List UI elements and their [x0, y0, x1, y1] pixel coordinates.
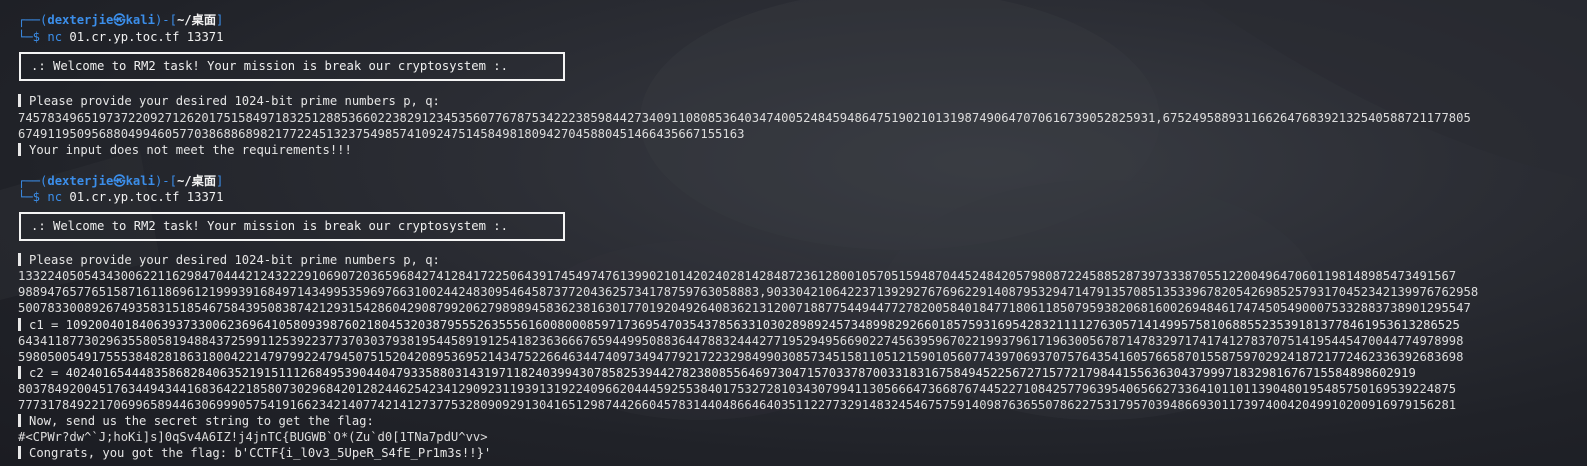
now-text: Now, send us the secret string to get th… [29, 414, 374, 428]
prompt-mid: )-[ [154, 13, 177, 27]
welcome-banner-1: .: Welcome to RM2 task! Your mission is … [19, 52, 565, 81]
output-bar [18, 94, 21, 107]
output-bar [18, 414, 21, 427]
c1-line-1: c1 = 10920040184063937330062369641058093… [18, 317, 1460, 333]
prompt-corner: ┌──( [18, 13, 48, 27]
ask-text: Please provide your desired 1024-bit pri… [29, 253, 440, 267]
prompt-dollar: └─$ [18, 190, 48, 204]
secret-input-text: #<CPWr?dw^`J;hoKi]s]0qSv4A6IZ!j4jnTC{BUG… [18, 430, 488, 444]
input-line-2b: 9889476577651587161186961219993916849714… [18, 284, 1478, 300]
output-bar [18, 253, 21, 266]
c1-text: 6434118773029635580581948843725991125392… [18, 334, 1464, 348]
nc-keyword: nc [47, 190, 63, 204]
c1-text: c1 = 10920040184063937330062369641058093… [29, 318, 1460, 332]
prime-input-text: 9889476577651587161186961219993916849714… [18, 285, 1479, 299]
command-line-1: └─$ nc 01.cr.yp.toc.tf 13371 [18, 29, 223, 45]
output-bar [18, 446, 21, 459]
command-line-2: └─$ nc 01.cr.yp.toc.tf 13371 [18, 189, 223, 205]
ask-line-2: Please provide your desired 1024-bit pri… [18, 252, 440, 268]
prompt-user: dexterjie㉿kali [47, 174, 155, 188]
nc-keyword: nc [47, 30, 63, 44]
c2-line-2: 8037849200451763449434416836422185807302… [18, 381, 1456, 397]
c1-text: 5980500549175553848281863180042214797992… [18, 350, 1464, 364]
welcome-text: .: Welcome to RM2 task! Your mission is … [31, 59, 508, 73]
prompt-line-1: ┌──(dexterjie㉿kali)-[~/桌面] [18, 12, 223, 28]
prompt-corner: ┌──( [18, 174, 48, 188]
prompt-dollar: └─$ [18, 30, 48, 44]
c1-line-2: 6434118773029635580581948843725991125392… [18, 333, 1464, 349]
prompt-path: ~/桌面 [176, 174, 217, 188]
prime-input-text: 6749119509568804994605770386886898217722… [18, 127, 745, 141]
output-bar [18, 318, 21, 331]
command-text: 01.cr.yp.toc.tf 13371 [62, 190, 224, 204]
ask-text: Please provide your desired 1024-bit pri… [29, 94, 440, 108]
secret-line: #<CPWr?dw^`J;hoKi]s]0qSv4A6IZ!j4jnTC{BUG… [18, 429, 488, 445]
prompt-line-2: ┌──(dexterjie㉿kali)-[~/桌面] [18, 173, 223, 189]
command-text: 01.cr.yp.toc.tf 13371 [62, 30, 224, 44]
c2-text: 8037849200451763449434416836422185807302… [18, 382, 1457, 396]
c2-text: 7773178492217069965894463069990575419166… [18, 398, 1457, 412]
welcome-text: .: Welcome to RM2 task! Your mission is … [31, 219, 508, 233]
welcome-banner-2: .: Welcome to RM2 task! Your mission is … [19, 212, 565, 241]
prompt-user: dexterjie㉿kali [47, 13, 155, 27]
prompt-close: ] [216, 13, 224, 27]
terminal-window[interactable]: ┌──(dexterjie㉿kali)-[~/桌面] └─$ nc 01.cr.… [0, 0, 1587, 466]
input-line-1a: 7457834965197372209271262017515849718325… [18, 110, 1471, 126]
c2-line-3: 7773178492217069965894463069990575419166… [18, 397, 1456, 413]
prime-input-text: 5007833008926749358315185467584395083874… [18, 301, 1471, 315]
flag-text: Congrats, you got the flag: b'CCTF{i_l0v… [29, 446, 492, 460]
error-text: Your input does not meet the requirement… [29, 143, 352, 157]
c2-text: c2 = 40240165444835868284063521915111268… [29, 366, 1416, 380]
c1-line-3: 5980500549175553848281863180042214797992… [18, 349, 1464, 365]
c2-line-1: c2 = 40240165444835868284063521915111268… [18, 365, 1416, 381]
now-line: Now, send us the secret string to get th… [18, 413, 374, 429]
input-line-2a: 1332240505434300622116298470444212432229… [18, 268, 1456, 284]
ask-line-1: Please provide your desired 1024-bit pri… [18, 93, 440, 109]
prompt-path: ~/桌面 [176, 13, 217, 27]
error-line-1: Your input does not meet the requirement… [18, 142, 352, 158]
output-bar [18, 143, 21, 156]
flag-line: Congrats, you got the flag: b'CCTF{i_l0v… [18, 445, 491, 461]
input-line-2c: 5007833008926749358315185467584395083874… [18, 300, 1471, 316]
prime-input-text: 7457834965197372209271262017515849718325… [18, 111, 1471, 125]
output-bar [18, 366, 21, 379]
prime-input-text: 1332240505434300622116298470444212432229… [18, 269, 1457, 283]
prompt-close: ] [216, 174, 224, 188]
input-line-1b: 6749119509568804994605770386886898217722… [18, 126, 744, 142]
prompt-mid: )-[ [154, 174, 177, 188]
